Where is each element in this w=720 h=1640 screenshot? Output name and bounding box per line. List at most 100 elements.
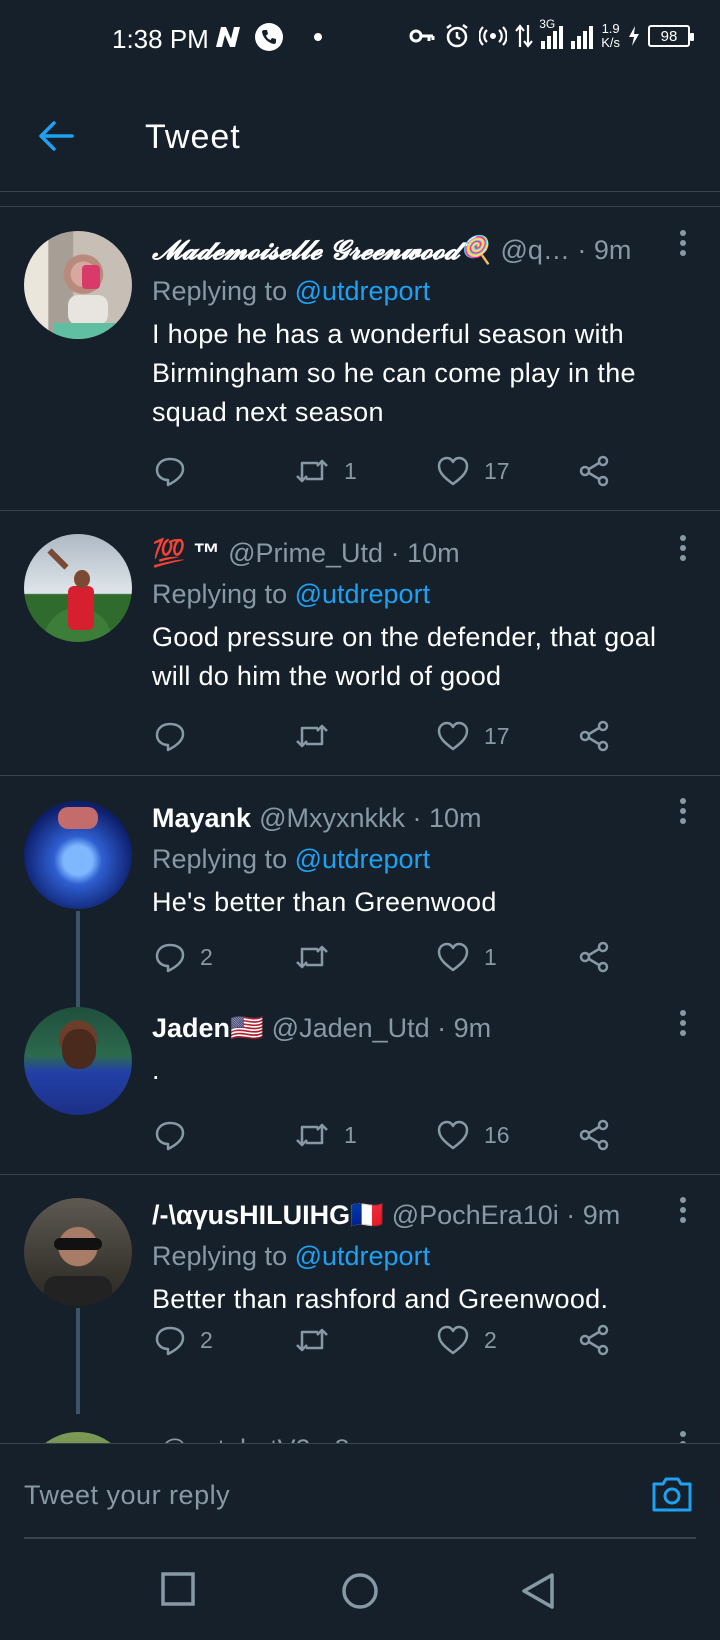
avatar[interactable]	[24, 231, 132, 339]
tweet-item[interactable]: Mayank @Mxyxnkkk · 10m Replying to @utdr…	[0, 777, 720, 1007]
hotspot-icon	[479, 26, 508, 46]
nav-back-button[interactable]	[520, 1571, 560, 1611]
replying-to: Replying to @utdreport	[152, 271, 690, 311]
retweet-button[interactable]: 1	[294, 1115, 357, 1155]
tweet-item[interactable]: @notabotV2 · 8m	[0, 1404, 720, 1443]
avatar[interactable]	[24, 1432, 132, 1443]
share-icon	[579, 1324, 609, 1356]
like-button[interactable]: 17	[436, 716, 510, 756]
more-options-button[interactable]	[668, 229, 698, 269]
replying-prefix: Replying to	[152, 276, 295, 306]
more-options-button[interactable]	[668, 797, 698, 837]
retweet-count: 1	[344, 1121, 357, 1148]
display-name[interactable]: 💯 ™	[152, 537, 220, 569]
mention-link[interactable]: @utdreport	[295, 844, 430, 874]
tweet-header: 💯 ™ @Prime_Utd · 10m	[152, 534, 690, 572]
reply-icon	[155, 722, 185, 752]
thread-line	[76, 911, 80, 1007]
tweet-text: Better than rashford and Greenwood.	[152, 1284, 609, 1314]
alarm-icon	[446, 24, 468, 48]
mention-link[interactable]: @utdreport	[295, 579, 430, 609]
avatar[interactable]	[24, 1198, 132, 1306]
mention-link[interactable]: @utdreport	[295, 1241, 430, 1271]
reply-icon	[155, 943, 185, 973]
more-options-button[interactable]	[668, 1430, 698, 1443]
like-button[interactable]: 2	[436, 1320, 497, 1360]
like-button[interactable]: 17	[436, 451, 510, 491]
heart-icon	[437, 942, 469, 972]
status-system-icons: 3G 1.9 K/s 98	[409, 17, 694, 50]
retweet-button[interactable]	[294, 1320, 344, 1360]
display-name[interactable]: Mayank	[152, 803, 251, 834]
share-button[interactable]	[578, 1115, 610, 1155]
replying-prefix: Replying to	[152, 579, 295, 609]
avatar[interactable]	[24, 801, 132, 909]
signal-icon-2	[571, 23, 594, 49]
home-button[interactable]	[340, 1571, 380, 1611]
status-notification-icons	[214, 22, 326, 52]
display-name[interactable]: Jaden🇺🇸	[152, 1012, 264, 1044]
avatar[interactable]	[24, 1007, 132, 1115]
handle-and-time[interactable]: @q… · 9m	[500, 235, 631, 266]
more-options-button[interactable]	[668, 1196, 698, 1236]
like-button[interactable]: 16	[436, 1115, 510, 1155]
status-bar: 1:38 PM 3G 1.9 K/s 98	[0, 0, 720, 80]
camera-button[interactable]	[650, 1474, 694, 1518]
tweet-content: 💯 ™ @Prime_Utd · 10m Replying to @utdrep…	[152, 534, 690, 696]
reply-button[interactable]: 2	[154, 1320, 213, 1360]
tweet-header: 𝓜𝓪𝓭𝓮𝓶𝓸𝓲𝓼𝓮𝓵𝓵𝓮 𝓖𝓻𝓮𝓮𝓷𝔀𝓸𝓸𝓭🍭 @q… · 9m	[152, 231, 690, 269]
share-button[interactable]	[578, 451, 610, 491]
back-button[interactable]	[34, 114, 78, 158]
share-button[interactable]	[578, 1320, 610, 1360]
square-icon	[161, 1572, 195, 1606]
display-name[interactable]: 𝓜𝓪𝓭𝓮𝓶𝓸𝓲𝓼𝓮𝓵𝓵𝓮 𝓖𝓻𝓮𝓮𝓷𝔀𝓸𝓸𝓭🍭	[152, 234, 493, 267]
share-button[interactable]	[578, 716, 610, 756]
tweet-actions: 1 16	[152, 1115, 622, 1155]
share-button[interactable]	[578, 937, 610, 977]
reply-icon	[155, 1326, 185, 1356]
retweet-button[interactable]: 1	[294, 451, 357, 491]
vertical-dots-icon	[680, 1010, 686, 1036]
reply-button[interactable]	[154, 451, 200, 491]
reply-composer: Tweet your reply	[0, 1443, 720, 1539]
tweet-content: @notabotV2 · 8m	[152, 1430, 690, 1444]
circle-icon	[342, 1573, 378, 1609]
heart-icon	[437, 1325, 469, 1355]
vpn-key-icon	[409, 29, 435, 43]
mention-link[interactable]: @utdreport	[295, 276, 430, 306]
replying-prefix: Replying to	[152, 1241, 295, 1271]
like-button[interactable]: 1	[436, 937, 497, 977]
recents-button[interactable]	[160, 1571, 200, 1611]
tweet-header: @notabotV2 · 8m	[152, 1430, 690, 1444]
like-count: 2	[484, 1326, 497, 1353]
tweet-content: Mayank @Mxyxnkkk · 10m Replying to @utdr…	[152, 799, 690, 922]
tweet-item[interactable]: 𝓜𝓪𝓭𝓮𝓶𝓸𝓲𝓼𝓮𝓵𝓵𝓮 𝓖𝓻𝓮𝓮𝓷𝔀𝓸𝓸𝓭🍭 @q… · 9m Replyin…	[0, 207, 720, 511]
replying-to: Replying to @utdreport	[152, 839, 690, 879]
handle-and-time[interactable]: @PochEra10i · 9m	[392, 1200, 621, 1231]
more-options-button[interactable]	[668, 1009, 698, 1049]
handle-and-time[interactable]: @Jaden_Utd · 9m	[272, 1013, 492, 1044]
avatar[interactable]	[24, 534, 132, 642]
handle-and-time[interactable]: @Prime_Utd · 10m	[228, 538, 459, 569]
handle-and-time[interactable]: @notabotV2 · 8m	[160, 1434, 372, 1444]
display-name[interactable]: /-\αγusΗΙLUΙΗG🇫🇷	[152, 1199, 384, 1231]
reply-button[interactable]: 2	[154, 937, 213, 977]
retweet-icon	[296, 724, 328, 748]
more-options-button[interactable]	[668, 534, 698, 574]
tweet-item[interactable]: Jaden🇺🇸 @Jaden_Utd · 9m . 1 16	[0, 995, 720, 1175]
share-icon	[579, 720, 609, 752]
camera-icon	[652, 1477, 692, 1512]
reply-input[interactable]: Tweet your reply	[24, 1480, 230, 1511]
share-icon	[579, 941, 609, 973]
tweet-item[interactable]: 💯 ™ @Prime_Utd · 10m Replying to @utdrep…	[0, 512, 720, 776]
reply-feed[interactable]: 𝓜𝓪𝓭𝓮𝓶𝓸𝓲𝓼𝓮𝓵𝓵𝓮 𝓖𝓻𝓮𝓮𝓷𝔀𝓸𝓸𝓭🍭 @q… · 9m Replyin…	[0, 207, 720, 1443]
retweet-button[interactable]	[294, 716, 344, 756]
page-title: Tweet	[145, 118, 241, 156]
share-icon	[579, 455, 609, 487]
retweet-button[interactable]	[294, 937, 344, 977]
handle-and-time[interactable]: @Mxyxnkkk · 10m	[259, 803, 481, 834]
triangle-back-icon	[522, 1573, 554, 1609]
reply-button[interactable]	[154, 716, 200, 756]
tweet-item[interactable]: /-\αγusΗΙLUΙΗG🇫🇷 @PochEra10i · 9m Replyi…	[0, 1176, 720, 1414]
reply-button[interactable]	[154, 1115, 200, 1155]
